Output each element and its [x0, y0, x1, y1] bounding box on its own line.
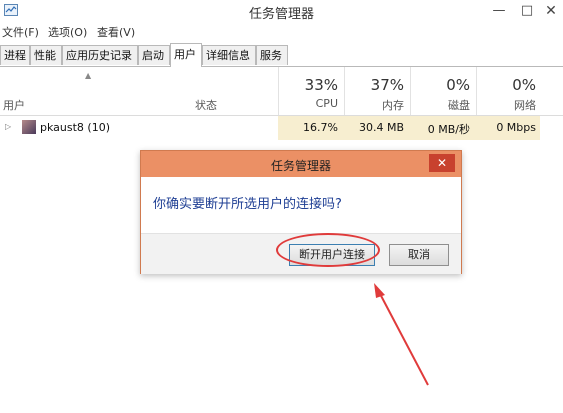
disk-percent: 0%	[446, 76, 470, 94]
tab-details[interactable]: 详细信息	[202, 45, 256, 65]
table-row[interactable]: ▷ pkaust8 (10) 16.7% 30.4 MB 0 MB/秒 0 Mb…	[0, 116, 563, 140]
cpu-percent: 33%	[304, 76, 338, 94]
network-percent: 0%	[512, 76, 536, 94]
column-status[interactable]: 状态	[195, 97, 217, 113]
row-cpu: 16.7%	[303, 121, 338, 134]
memory-percent: 37%	[370, 76, 404, 94]
column-header: ▲ 用户 状态 33% CPU 37% 内存 0% 磁盘 0% 网络	[0, 67, 563, 116]
tab-performance[interactable]: 性能	[30, 45, 62, 65]
menu-bar: 文件(F) 选项(O) 查看(V)	[0, 22, 563, 42]
row-disk: 0 MB/秒	[427, 123, 470, 136]
menu-options[interactable]: 选项(O)	[48, 24, 87, 40]
sort-up-icon: ▲	[85, 71, 92, 80]
window-close-button[interactable]: ✕	[538, 2, 563, 20]
avatar	[22, 120, 36, 134]
highlight-ellipse	[276, 233, 380, 267]
window-title: 任务管理器	[248, 7, 314, 22]
dialog-title: 任务管理器	[270, 159, 331, 173]
menu-view[interactable]: 查看(V)	[97, 24, 135, 40]
column-user[interactable]: 用户	[3, 97, 25, 113]
tab-bar: 进程 性能 应用历史记录 启动 用户 详细信息 服务	[0, 42, 563, 67]
maximize-button[interactable]: □	[514, 2, 540, 20]
dialog-message: 你确实要断开所选用户的连接吗?	[153, 197, 342, 212]
window-titlebar: 任务管理器 — □ ✕	[0, 0, 563, 22]
dialog-close-button[interactable]: ✕	[429, 154, 455, 172]
row-memory: 30.4 MB	[358, 121, 404, 134]
tab-services[interactable]: 服务	[256, 45, 288, 65]
row-network: 0 Mbps	[496, 121, 536, 134]
column-network[interactable]: 网络	[476, 97, 536, 113]
column-cpu[interactable]: CPU	[278, 97, 338, 110]
menu-file[interactable]: 文件(F)	[2, 24, 39, 40]
tab-startup[interactable]: 启动	[138, 45, 170, 65]
chevron-right-icon[interactable]: ▷	[5, 122, 11, 131]
column-disk[interactable]: 磁盘	[410, 97, 470, 113]
column-memory[interactable]: 内存	[344, 97, 404, 113]
tab-users[interactable]: 用户	[170, 43, 202, 67]
tab-app-history[interactable]: 应用历史记录	[62, 45, 138, 65]
tab-processes[interactable]: 进程	[0, 45, 30, 65]
cancel-button[interactable]: 取消	[389, 244, 449, 266]
user-name: pkaust8 (10)	[40, 121, 110, 134]
minimize-button[interactable]: —	[486, 2, 512, 20]
dialog-titlebar: 任务管理器 ✕	[141, 151, 461, 177]
